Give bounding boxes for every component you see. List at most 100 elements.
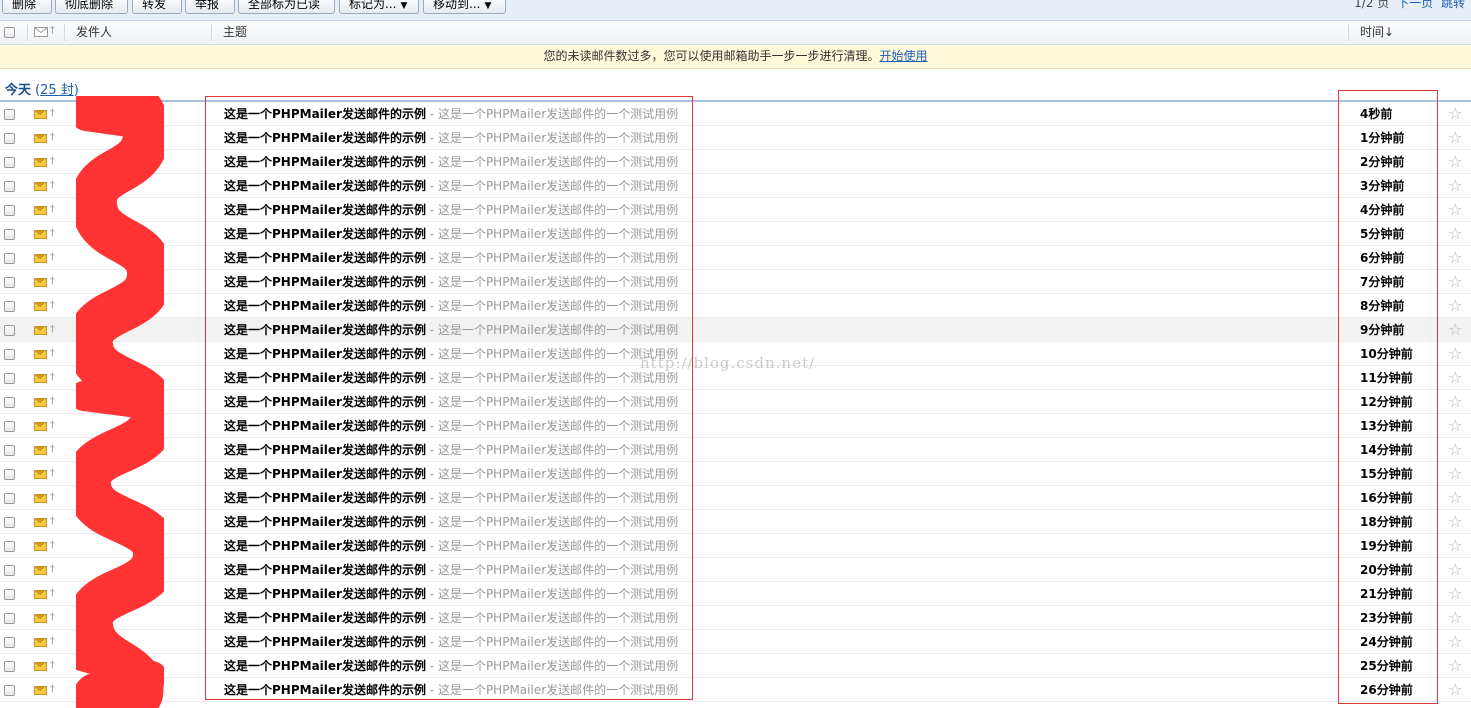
permanent-delete-button[interactable]: 彻底删除 [55, 0, 128, 14]
row-checkbox[interactable] [4, 541, 15, 552]
pager: 1/2 页 下一页 跳转 [1354, 0, 1465, 12]
sender-column-header[interactable]: 发件人 [76, 21, 112, 44]
row-checkbox[interactable] [4, 445, 15, 456]
row-checkbox[interactable] [4, 685, 15, 696]
envelope-icon [34, 446, 47, 455]
paperclip-icon: † [50, 516, 55, 527]
envelope-icon [34, 230, 47, 239]
paperclip-icon: † [50, 684, 55, 695]
time-annotation-box [1338, 90, 1438, 704]
star-icon[interactable]: ☆ [1448, 150, 1462, 174]
paperclip-icon: † [50, 468, 55, 479]
row-checkbox[interactable] [4, 229, 15, 240]
star-icon[interactable]: ☆ [1448, 318, 1462, 342]
star-icon[interactable]: ☆ [1448, 654, 1462, 678]
star-icon[interactable]: ☆ [1448, 630, 1462, 654]
row-checkbox[interactable] [4, 301, 15, 312]
row-checkbox[interactable] [4, 469, 15, 480]
star-icon[interactable]: ☆ [1448, 222, 1462, 246]
mark-as-dropdown[interactable]: 标记为... ▼ [339, 0, 419, 14]
star-icon[interactable]: ☆ [1448, 342, 1462, 366]
paperclip-icon: † [50, 612, 55, 623]
paperclip-icon: † [50, 564, 55, 575]
star-icon[interactable]: ☆ [1448, 414, 1462, 438]
star-icon[interactable]: ☆ [1448, 438, 1462, 462]
row-checkbox[interactable] [4, 661, 15, 672]
row-checkbox[interactable] [4, 517, 15, 528]
row-checkbox[interactable] [4, 613, 15, 624]
report-button[interactable]: 举报 [185, 0, 235, 14]
row-checkbox[interactable] [4, 253, 15, 264]
star-icon[interactable]: ☆ [1448, 582, 1462, 606]
delete-button[interactable]: 删除 [2, 0, 52, 14]
envelope-icon [34, 398, 47, 407]
paperclip-icon: † [50, 636, 55, 647]
star-icon[interactable]: ☆ [1448, 486, 1462, 510]
list-header: † 发件人 主题 时间↓ [0, 21, 1471, 45]
envelope-icon [34, 590, 47, 599]
row-checkbox[interactable] [4, 133, 15, 144]
subject-column-header[interactable]: 主题 [223, 21, 247, 44]
star-icon[interactable]: ☆ [1448, 678, 1462, 702]
row-checkbox[interactable] [4, 349, 15, 360]
star-icon[interactable]: ☆ [1448, 558, 1462, 582]
star-icon[interactable]: ☆ [1448, 246, 1462, 270]
start-using-link[interactable]: 开始使用 [880, 49, 928, 63]
row-checkbox[interactable] [4, 157, 15, 168]
row-checkbox[interactable] [4, 565, 15, 576]
paperclip-icon[interactable]: † [50, 25, 55, 36]
paperclip-icon: † [50, 444, 55, 455]
paperclip-icon: † [50, 588, 55, 599]
star-icon[interactable]: ☆ [1448, 174, 1462, 198]
group-label: 今天 [5, 83, 32, 98]
star-icon[interactable]: ☆ [1448, 390, 1462, 414]
star-icon[interactable]: ☆ [1448, 102, 1462, 126]
row-checkbox[interactable] [4, 109, 15, 120]
paperclip-icon: † [50, 108, 55, 119]
star-icon[interactable]: ☆ [1448, 294, 1462, 318]
star-icon[interactable]: ☆ [1448, 198, 1462, 222]
row-checkbox[interactable] [4, 205, 15, 216]
time-column-header[interactable]: 时间↓ [1360, 21, 1394, 44]
paperclip-icon: † [50, 660, 55, 671]
row-checkbox[interactable] [4, 277, 15, 288]
envelope-icon [34, 566, 47, 575]
row-checkbox[interactable] [4, 637, 15, 648]
star-icon[interactable]: ☆ [1448, 366, 1462, 390]
forward-button[interactable]: 转发 [132, 0, 182, 14]
star-icon[interactable]: ☆ [1448, 462, 1462, 486]
move-to-dropdown[interactable]: 移动到... ▼ [423, 0, 506, 14]
star-icon[interactable]: ☆ [1448, 606, 1462, 630]
envelope-icon [34, 302, 47, 311]
envelope-icon [34, 110, 47, 119]
paperclip-icon: † [50, 348, 55, 359]
paperclip-icon: † [50, 540, 55, 551]
page-info: 1/2 页 [1354, 0, 1390, 10]
envelope-icon[interactable] [34, 27, 48, 37]
next-page-link[interactable]: 下一页 [1397, 0, 1433, 10]
envelope-icon [34, 278, 47, 287]
paperclip-icon: † [50, 420, 55, 431]
star-icon[interactable]: ☆ [1448, 510, 1462, 534]
row-checkbox[interactable] [4, 421, 15, 432]
paperclip-icon: † [50, 492, 55, 503]
notice-text: 您的未读邮件数过多，您可以使用邮箱助手一步一步进行清理。 [543, 49, 880, 63]
row-checkbox[interactable] [4, 181, 15, 192]
select-all-checkbox[interactable] [4, 27, 15, 38]
star-icon[interactable]: ☆ [1448, 126, 1462, 150]
paperclip-icon: † [50, 180, 55, 191]
row-checkbox[interactable] [4, 325, 15, 336]
toolbar: 删除 彻底删除 转发 举报 全部标为已读 标记为... ▼ 移动到... ▼ 1/2… [0, 0, 1471, 21]
star-icon[interactable]: ☆ [1448, 534, 1462, 558]
row-checkbox[interactable] [4, 589, 15, 600]
envelope-icon [34, 206, 47, 215]
envelope-icon [34, 422, 47, 431]
envelope-icon [34, 134, 47, 143]
mark-all-read-button[interactable]: 全部标为已读 [238, 0, 335, 14]
jump-link[interactable]: 跳转 [1441, 0, 1465, 10]
row-checkbox[interactable] [4, 493, 15, 504]
group-count[interactable]: (25 封) [35, 83, 79, 98]
row-checkbox[interactable] [4, 397, 15, 408]
star-icon[interactable]: ☆ [1448, 270, 1462, 294]
row-checkbox[interactable] [4, 373, 15, 384]
